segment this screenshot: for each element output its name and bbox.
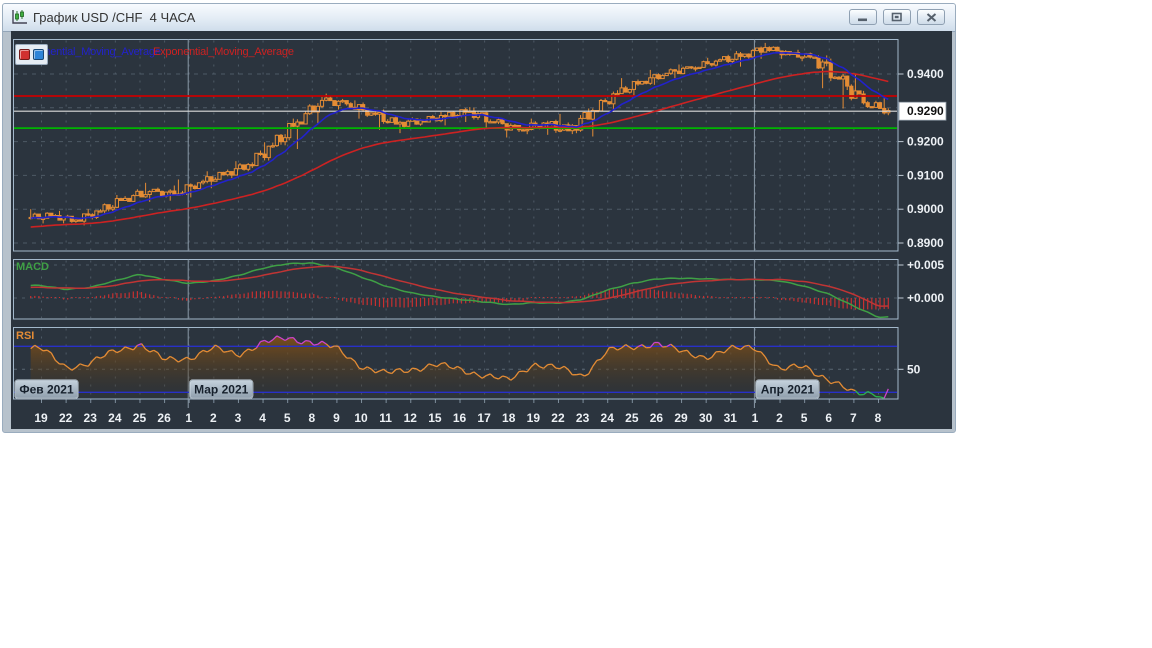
close-icon	[926, 12, 936, 22]
svg-text:11: 11	[379, 411, 392, 425]
svg-text:19: 19	[34, 411, 48, 425]
indicator-legend-box	[15, 44, 48, 65]
svg-text:8: 8	[308, 411, 315, 425]
svg-text:26: 26	[157, 411, 171, 425]
svg-text:7: 7	[850, 411, 857, 425]
macd-axis-label: +0.000	[907, 291, 944, 305]
svg-text:23: 23	[84, 411, 98, 425]
main-chart-panel[interactable]	[13, 39, 899, 252]
svg-text:16: 16	[453, 411, 467, 425]
svg-text:25: 25	[133, 411, 147, 425]
svg-text:5: 5	[801, 411, 808, 425]
svg-text:2: 2	[776, 411, 783, 425]
candlestick-chart-icon	[12, 10, 27, 24]
svg-text:15: 15	[428, 411, 442, 425]
svg-text:1: 1	[185, 411, 192, 425]
chart-window: График USD /CHF 4 ЧАСА MACD RSI 0.9400 0.92…	[2, 3, 956, 433]
svg-text:0.9290: 0.9290	[907, 104, 944, 118]
svg-text:2: 2	[210, 411, 217, 425]
svg-text:Мар 2021: Мар 2021	[194, 383, 249, 397]
svg-text:9: 9	[333, 411, 340, 425]
price-axis-label: 0.9000	[907, 202, 944, 216]
svg-text:10: 10	[354, 411, 368, 425]
restore-button[interactable]	[883, 9, 911, 25]
window-controls	[849, 9, 945, 25]
svg-text:30: 30	[699, 411, 713, 425]
macd-panel[interactable]	[13, 259, 899, 320]
price-axis-label: 0.8900	[907, 236, 944, 250]
price-axis-label: 0.9200	[907, 135, 944, 149]
svg-text:23: 23	[576, 411, 590, 425]
chart-client-area: MACD RSI 0.9400 0.9200 0.9100 0.9000 0.8900 +0.…	[11, 31, 952, 429]
svg-text:8: 8	[875, 411, 882, 425]
ema-slow-toggle-button[interactable]	[19, 49, 30, 60]
svg-text:29: 29	[674, 411, 688, 425]
rsi-axis-label: 50	[907, 362, 921, 376]
svg-text:24: 24	[601, 411, 615, 425]
svg-text:12: 12	[404, 411, 418, 425]
restore-icon	[891, 12, 902, 22]
svg-text:4: 4	[259, 411, 266, 425]
ema-slow-legend-label: Exponential_Moving_Average	[153, 46, 294, 58]
macd-axis-label: +0.005	[907, 258, 944, 272]
price-axis-label: 0.9400	[907, 67, 944, 81]
month-badge: Фев 2021	[14, 379, 79, 400]
svg-text:31: 31	[724, 411, 738, 425]
svg-text:Апр 2021: Апр 2021	[761, 383, 815, 397]
svg-text:22: 22	[551, 411, 565, 425]
svg-text:19: 19	[527, 411, 541, 425]
svg-text:17: 17	[477, 411, 491, 425]
month-badge: Апр 2021	[755, 379, 820, 400]
date-axis: 19 22 23 24 25 26 1 2 3 4 5 8 9 10 11 12 15 16 17 18 19 22 23 2…	[34, 411, 881, 425]
minimize-icon	[858, 18, 867, 21]
minimize-button[interactable]	[849, 9, 877, 25]
svg-text:6: 6	[825, 411, 832, 425]
svg-text:22: 22	[59, 411, 73, 425]
svg-text:3: 3	[235, 411, 242, 425]
current-price-box: 0.9290	[898, 101, 947, 121]
window-title: График USD /CHF 4 ЧАСА	[33, 10, 196, 25]
svg-text:24: 24	[108, 411, 122, 425]
svg-text:18: 18	[502, 411, 516, 425]
chart-canvas: MACD RSI 0.9400 0.9200 0.9100 0.9000 0.8900 +0.…	[13, 39, 947, 425]
close-button[interactable]	[917, 9, 945, 25]
svg-text:Фев 2021: Фев 2021	[19, 383, 74, 397]
month-badge: Мар 2021	[189, 379, 254, 400]
svg-text:1: 1	[752, 411, 759, 425]
rsi-panel-label: RSI	[16, 330, 34, 342]
svg-text:26: 26	[650, 411, 664, 425]
macd-panel-label: MACD	[16, 261, 49, 273]
ema-fast-toggle-button[interactable]	[33, 49, 44, 60]
price-axis-label: 0.9100	[907, 168, 944, 182]
window-titlebar[interactable]: График USD /CHF 4 ЧАСА	[3, 4, 955, 32]
svg-text:25: 25	[625, 411, 639, 425]
svg-text:5: 5	[284, 411, 291, 425]
